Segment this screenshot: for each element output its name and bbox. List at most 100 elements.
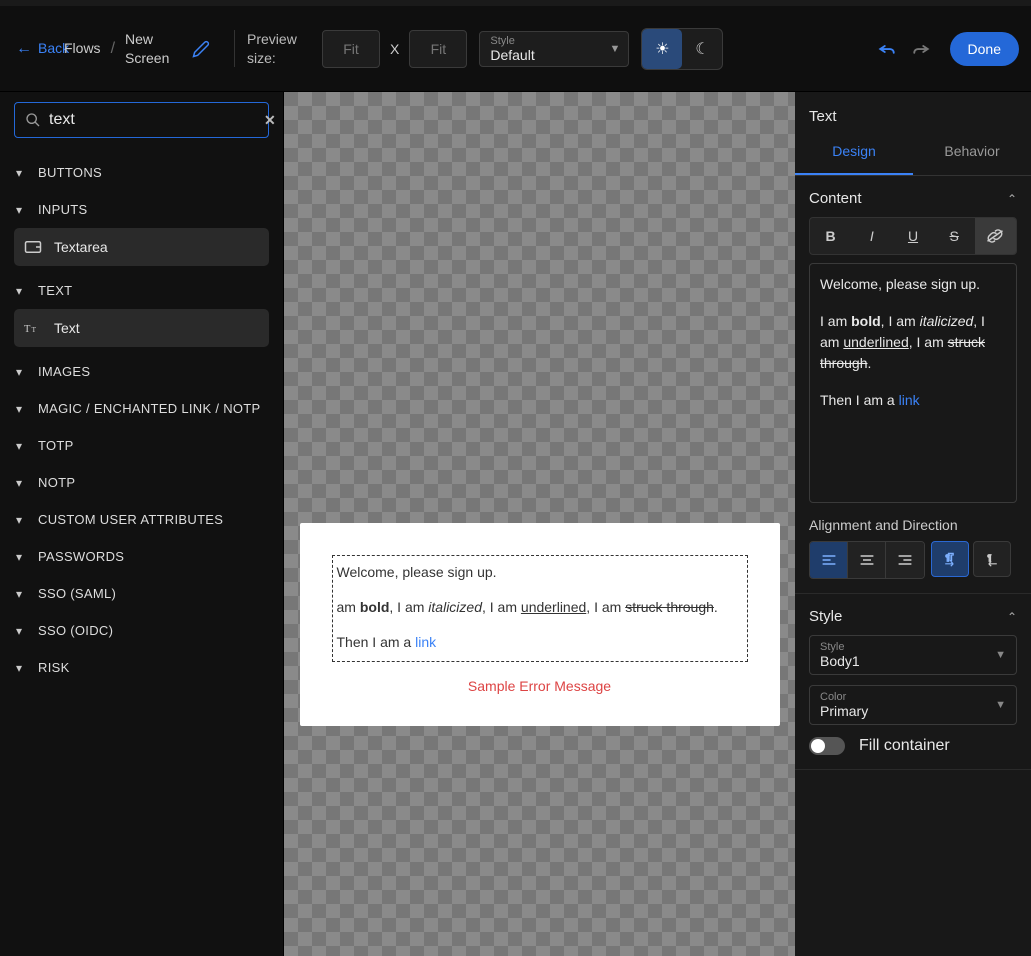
content-heading: Content: [809, 190, 862, 207]
textarea-icon: [24, 239, 44, 255]
category-buttons[interactable]: ▾BUTTONS: [14, 154, 269, 191]
chevron-down-icon: ▾: [16, 587, 28, 601]
color-select[interactable]: Color Primary ▼: [809, 685, 1017, 725]
chevron-down-icon: ▾: [16, 513, 28, 527]
fill-container-toggle[interactable]: [809, 737, 845, 755]
align-left-button[interactable]: [810, 542, 848, 578]
canvas-text-link[interactable]: link: [415, 634, 436, 650]
rte-p2: I am bold, I am italicized, I am underli…: [820, 311, 1006, 374]
components-panel: ✕ ▾BUTTONS ▾INPUTS Textarea ▾TEXT TT Tex…: [0, 92, 284, 956]
properties-panel: Text Design Behavior Content ⌃ B I U S: [795, 92, 1031, 956]
style-dropdown[interactable]: Style Default ▼: [479, 31, 629, 67]
chevron-down-icon: ▼: [995, 649, 1006, 661]
chevron-down-icon: ▾: [16, 550, 28, 564]
category-passwords[interactable]: ▾PASSWORDS: [14, 538, 269, 575]
panel-tabs: Design Behavior: [795, 129, 1031, 176]
component-text[interactable]: TT Text: [14, 309, 269, 347]
preview-x-separator: X: [390, 41, 399, 57]
error-message: Sample Error Message: [332, 678, 748, 694]
style-heading: Style: [809, 608, 842, 625]
text-style-select[interactable]: Style Body1 ▼: [809, 635, 1017, 675]
align-right-button[interactable]: [886, 542, 924, 578]
strike-button[interactable]: S: [934, 218, 975, 254]
category-notp[interactable]: ▾NOTP: [14, 464, 269, 501]
arrow-left-icon: ←: [16, 39, 32, 58]
sun-icon: ☀: [655, 39, 669, 59]
clear-search-button[interactable]: ✕: [264, 112, 276, 129]
style-dropdown-label: Style: [490, 35, 618, 47]
canvas-text-p1: Welcome, please sign up.: [337, 562, 743, 583]
content-editor[interactable]: Welcome, please sign up. I am bold, I am…: [809, 263, 1017, 503]
format-toolbar: B I U S: [809, 217, 1017, 255]
chevron-down-icon: ▼: [995, 699, 1006, 711]
preview-size-label: Preview size:: [247, 30, 312, 66]
chevron-down-icon: ▾: [16, 166, 28, 180]
chevron-down-icon: ▾: [16, 476, 28, 490]
component-textarea[interactable]: Textarea: [14, 228, 269, 266]
breadcrumb-new-screen[interactable]: New Screen: [125, 30, 180, 66]
direction-ltr-button[interactable]: ¶: [931, 541, 969, 577]
alignment-heading: Alignment and Direction: [809, 517, 1017, 533]
category-custom-user-attrs[interactable]: ▾CUSTOM USER ATTRIBUTES: [14, 501, 269, 538]
category-text[interactable]: ▾TEXT: [14, 272, 269, 309]
toolbar: ← Back Flows / New Screen Preview size: …: [0, 6, 1031, 92]
category-risk[interactable]: ▾RISK: [14, 649, 269, 686]
underline-button[interactable]: U: [892, 218, 933, 254]
collapse-content-button[interactable]: ⌃: [1007, 192, 1017, 206]
collapse-style-button[interactable]: ⌃: [1007, 610, 1017, 624]
svg-text:T: T: [24, 324, 31, 335]
svg-text:¶: ¶: [945, 554, 949, 563]
search-input[interactable]: [49, 111, 256, 129]
preview-height-input[interactable]: [409, 30, 467, 68]
bold-button[interactable]: B: [810, 218, 851, 254]
search-icon: [25, 112, 41, 128]
link-button[interactable]: [975, 218, 1016, 254]
preview-size-group: Preview size: X: [247, 30, 467, 68]
category-totp[interactable]: ▾TOTP: [14, 427, 269, 464]
chevron-down-icon: ▼: [609, 43, 620, 55]
chevron-down-icon: ▾: [16, 284, 28, 298]
tab-behavior[interactable]: Behavior: [913, 129, 1031, 175]
italic-button[interactable]: I: [851, 218, 892, 254]
text-icon: TT: [24, 320, 44, 336]
rte-p3: Then I am a link: [820, 390, 1006, 411]
undo-redo-group: [878, 42, 930, 56]
theme-light-button[interactable]: ☀: [642, 29, 682, 69]
style-dropdown-value: Default: [490, 47, 618, 63]
breadcrumb-separator: /: [111, 40, 115, 58]
theme-toggle: ☀ ☾: [641, 28, 723, 70]
rte-link[interactable]: link: [899, 392, 920, 408]
chevron-down-icon: ▾: [16, 661, 28, 675]
redo-button[interactable]: [912, 42, 930, 56]
chevron-down-icon: ▾: [16, 624, 28, 638]
screen-card[interactable]: Welcome, please sign up. am bold, I am i…: [300, 523, 780, 726]
category-inputs[interactable]: ▾INPUTS: [14, 191, 269, 228]
text-component-selected[interactable]: Welcome, please sign up. am bold, I am i…: [332, 555, 748, 662]
category-sso-saml[interactable]: ▾SSO (SAML): [14, 575, 269, 612]
theme-dark-button[interactable]: ☾: [682, 29, 722, 69]
canvas-text-p2: am bold, I am italicized, I am underline…: [337, 597, 743, 618]
chevron-down-icon: ▾: [16, 365, 28, 379]
panel-title: Text: [795, 92, 1031, 129]
canvas[interactable]: Welcome, please sign up. am bold, I am i…: [284, 92, 795, 956]
chevron-down-icon: ▾: [16, 439, 28, 453]
category-magic-link[interactable]: ▾MAGIC / ENCHANTED LINK / NOTP: [14, 390, 269, 427]
align-center-button[interactable]: [848, 542, 886, 578]
tab-design[interactable]: Design: [795, 129, 913, 175]
category-sso-oidc[interactable]: ▾SSO (OIDC): [14, 612, 269, 649]
edit-icon[interactable]: [192, 40, 210, 58]
category-images[interactable]: ▾IMAGES: [14, 353, 269, 390]
preview-width-input[interactable]: [322, 30, 380, 68]
done-button[interactable]: Done: [950, 32, 1019, 66]
fill-container-label: Fill container: [859, 737, 950, 755]
search-field[interactable]: ✕: [14, 102, 269, 138]
back-button[interactable]: ← Back: [16, 39, 56, 58]
chevron-down-icon: ▾: [16, 402, 28, 416]
direction-rtl-button[interactable]: ¶: [973, 541, 1011, 577]
content-section: Content ⌃ B I U S Welcome, please sign u…: [795, 176, 1031, 594]
undo-button[interactable]: [878, 42, 896, 56]
chevron-down-icon: ▾: [16, 203, 28, 217]
breadcrumb-flows[interactable]: Flows: [64, 39, 101, 57]
rte-p1: Welcome, please sign up.: [820, 274, 1006, 295]
window-top-strip: [0, 0, 1031, 6]
